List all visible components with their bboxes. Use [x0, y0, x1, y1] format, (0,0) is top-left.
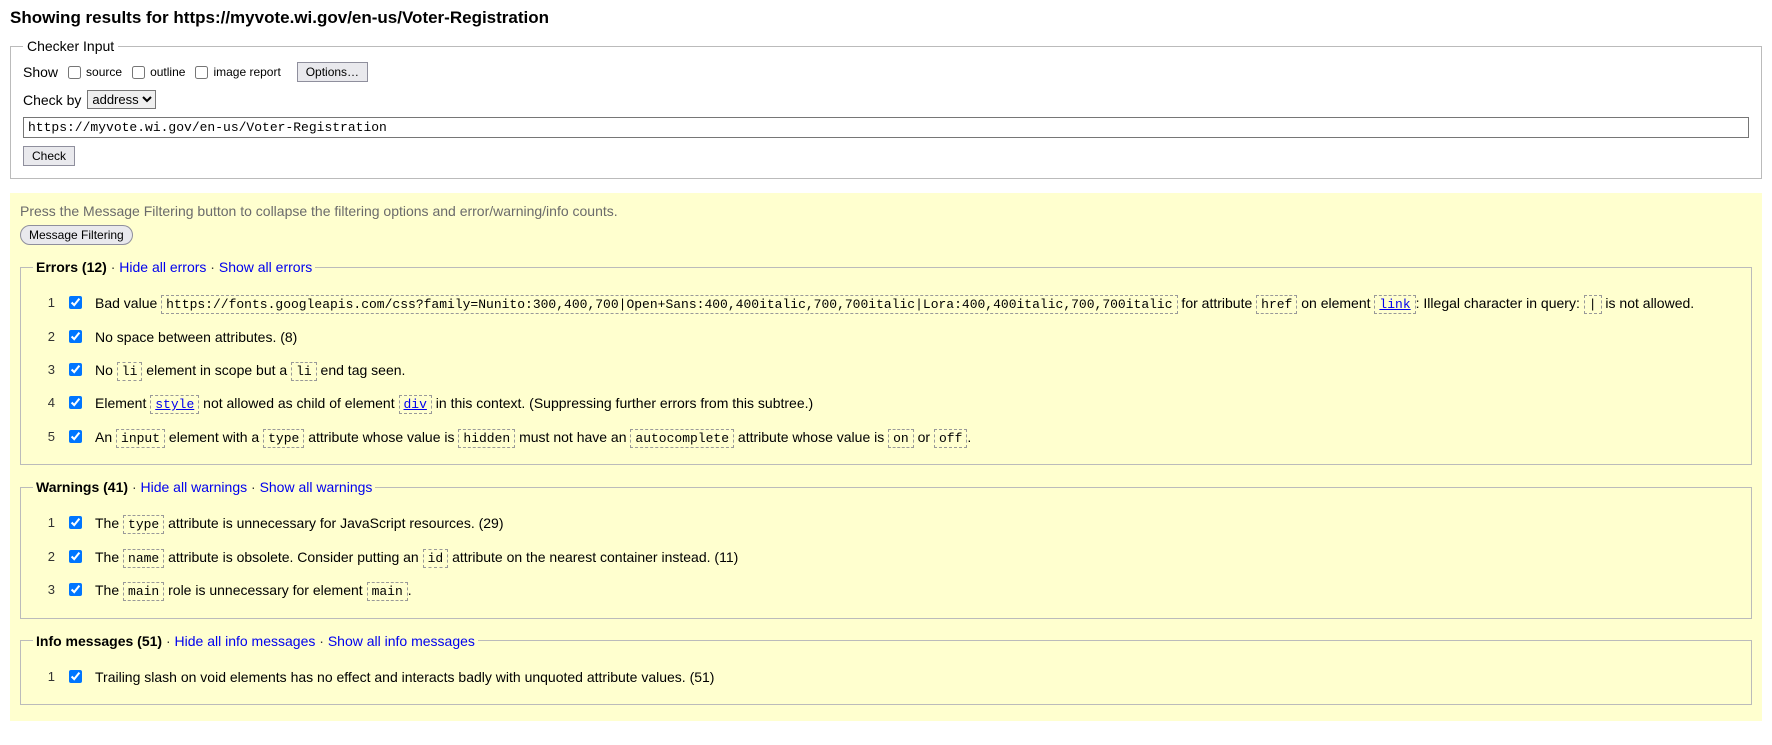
- item-message: No li element in scope but a li end tag …: [95, 360, 1739, 382]
- warnings-group: Warnings (41) · Hide all warnings · Show…: [20, 479, 1752, 619]
- code-literal: off: [934, 429, 967, 448]
- item-message: The main role is unnecessary for element…: [95, 580, 1739, 602]
- filter-hint: Press the Message Filtering button to co…: [20, 203, 1752, 219]
- warnings-list: 1 The type attribute is unnecessary for J…: [33, 507, 1739, 608]
- list-item: 2 The name attribute is obsolete. Conside…: [33, 541, 1739, 575]
- url-input[interactable]: [23, 117, 1749, 138]
- info-count: Info messages (51): [36, 633, 162, 649]
- item-toggle-checkbox[interactable]: [69, 670, 82, 683]
- item-toggle-checkbox[interactable]: [69, 396, 82, 409]
- list-item: 3 No li element in scope but a li end tag…: [33, 354, 1739, 388]
- source-checkbox-label[interactable]: source: [64, 63, 122, 82]
- code-literal: on: [888, 429, 914, 448]
- check-button[interactable]: Check: [23, 146, 75, 166]
- code-link[interactable]: div: [399, 395, 432, 414]
- item-number: 1: [33, 293, 55, 313]
- code-literal: autocomplete: [630, 429, 734, 448]
- item-message: Trailing slash on void elements has no e…: [95, 667, 1739, 688]
- code-literal: type: [123, 515, 164, 534]
- list-item: 2 No space between attributes. (8): [33, 321, 1739, 354]
- image-report-text: image report: [213, 65, 280, 79]
- item-toggle-checkbox[interactable]: [69, 296, 82, 309]
- source-text: source: [86, 65, 122, 79]
- url-row: [23, 117, 1749, 138]
- item-number: 5: [33, 427, 55, 447]
- image-report-checkbox-label[interactable]: image report: [191, 63, 280, 82]
- hide-all-info-link[interactable]: Hide all info messages: [175, 633, 316, 649]
- checker-input-panel: Checker Input Show source outline image …: [10, 38, 1762, 179]
- code-link[interactable]: link: [1374, 295, 1415, 314]
- errors-count: Errors (12): [36, 259, 107, 275]
- code-literal: href: [1256, 295, 1297, 314]
- code-literal: main: [123, 582, 164, 601]
- outline-checkbox-label[interactable]: outline: [128, 63, 185, 82]
- item-toggle-checkbox[interactable]: [69, 330, 82, 343]
- warnings-count: Warnings (41): [36, 479, 128, 495]
- code-literal: hidden: [458, 429, 515, 448]
- item-message: Element style not allowed as child of el…: [95, 393, 1739, 415]
- check-by-select[interactable]: address: [87, 90, 156, 109]
- list-item: 5 An input element with a type attribute …: [33, 421, 1739, 455]
- show-row: Show source outline image report Options…: [23, 62, 1749, 82]
- errors-legend: Errors (12) · Hide all errors · Show all…: [33, 259, 315, 275]
- item-number: 2: [33, 327, 55, 347]
- item-message: Bad value https://fonts.googleapis.com/c…: [95, 293, 1739, 315]
- code-literal: li: [291, 362, 317, 381]
- code-literal: type: [263, 429, 304, 448]
- hide-all-errors-link[interactable]: Hide all errors: [119, 259, 206, 275]
- source-checkbox[interactable]: [68, 66, 81, 79]
- info-group: Info messages (51) · Hide all info messa…: [20, 633, 1752, 705]
- item-number: 3: [33, 360, 55, 380]
- list-item: 3 The main role is unnecessary for elemen…: [33, 574, 1739, 608]
- show-all-info-link[interactable]: Show all info messages: [328, 633, 475, 649]
- item-message: The type attribute is unnecessary for Ja…: [95, 513, 1739, 535]
- item-number: 1: [33, 513, 55, 533]
- options-button[interactable]: Options…: [297, 62, 368, 82]
- item-message: No space between attributes. (8): [95, 327, 1739, 348]
- show-all-errors-link[interactable]: Show all errors: [219, 259, 312, 275]
- check-by-label: Check by: [23, 92, 81, 108]
- image-report-checkbox[interactable]: [195, 66, 208, 79]
- list-item: 1 Trailing slash on void elements has no …: [33, 661, 1739, 694]
- list-item: 1 Bad value https://fonts.googleapis.com/…: [33, 287, 1739, 321]
- title-url: https://myvote.wi.gov/en-us/Voter-Regist…: [173, 8, 549, 27]
- item-number: 3: [33, 580, 55, 600]
- check-by-row: Check by address: [23, 90, 1749, 109]
- item-message: The name attribute is obsolete. Consider…: [95, 547, 1739, 569]
- code-link[interactable]: style: [150, 395, 199, 414]
- show-label: Show: [23, 64, 58, 80]
- errors-list: 1 Bad value https://fonts.googleapis.com/…: [33, 287, 1739, 454]
- warnings-legend: Warnings (41) · Hide all warnings · Show…: [33, 479, 375, 495]
- info-legend: Info messages (51) · Hide all info messa…: [33, 633, 478, 649]
- checker-input-legend: Checker Input: [23, 38, 118, 54]
- item-number: 2: [33, 547, 55, 567]
- message-filtering-button[interactable]: Message Filtering: [20, 225, 133, 245]
- item-toggle-checkbox[interactable]: [69, 550, 82, 563]
- hide-all-warnings-link[interactable]: Hide all warnings: [141, 479, 248, 495]
- outline-text: outline: [150, 65, 185, 79]
- code-literal: li: [117, 362, 143, 381]
- item-message: An input element with a type attribute w…: [95, 427, 1739, 449]
- item-number: 1: [33, 667, 55, 687]
- errors-group: Errors (12) · Hide all errors · Show all…: [20, 259, 1752, 465]
- item-toggle-checkbox[interactable]: [69, 516, 82, 529]
- code-literal: https://fonts.googleapis.com/css?family=…: [161, 295, 1177, 314]
- list-item: 4 Element style not allowed as child of e…: [33, 387, 1739, 421]
- page-title: Showing results for https://myvote.wi.go…: [10, 8, 1762, 28]
- code-literal: name: [123, 549, 164, 568]
- outline-checkbox[interactable]: [132, 66, 145, 79]
- results-area: Press the Message Filtering button to co…: [10, 193, 1762, 721]
- title-prefix: Showing results for: [10, 8, 173, 27]
- item-number: 4: [33, 393, 55, 413]
- info-list: 1 Trailing slash on void elements has no …: [33, 661, 1739, 694]
- code-literal: id: [423, 549, 449, 568]
- item-toggle-checkbox[interactable]: [69, 583, 82, 596]
- item-toggle-checkbox[interactable]: [69, 363, 82, 376]
- code-literal: main: [367, 582, 408, 601]
- item-toggle-checkbox[interactable]: [69, 430, 82, 443]
- code-literal: input: [116, 429, 165, 448]
- list-item: 1 The type attribute is unnecessary for J…: [33, 507, 1739, 541]
- code-literal: |: [1584, 295, 1602, 314]
- show-all-warnings-link[interactable]: Show all warnings: [260, 479, 373, 495]
